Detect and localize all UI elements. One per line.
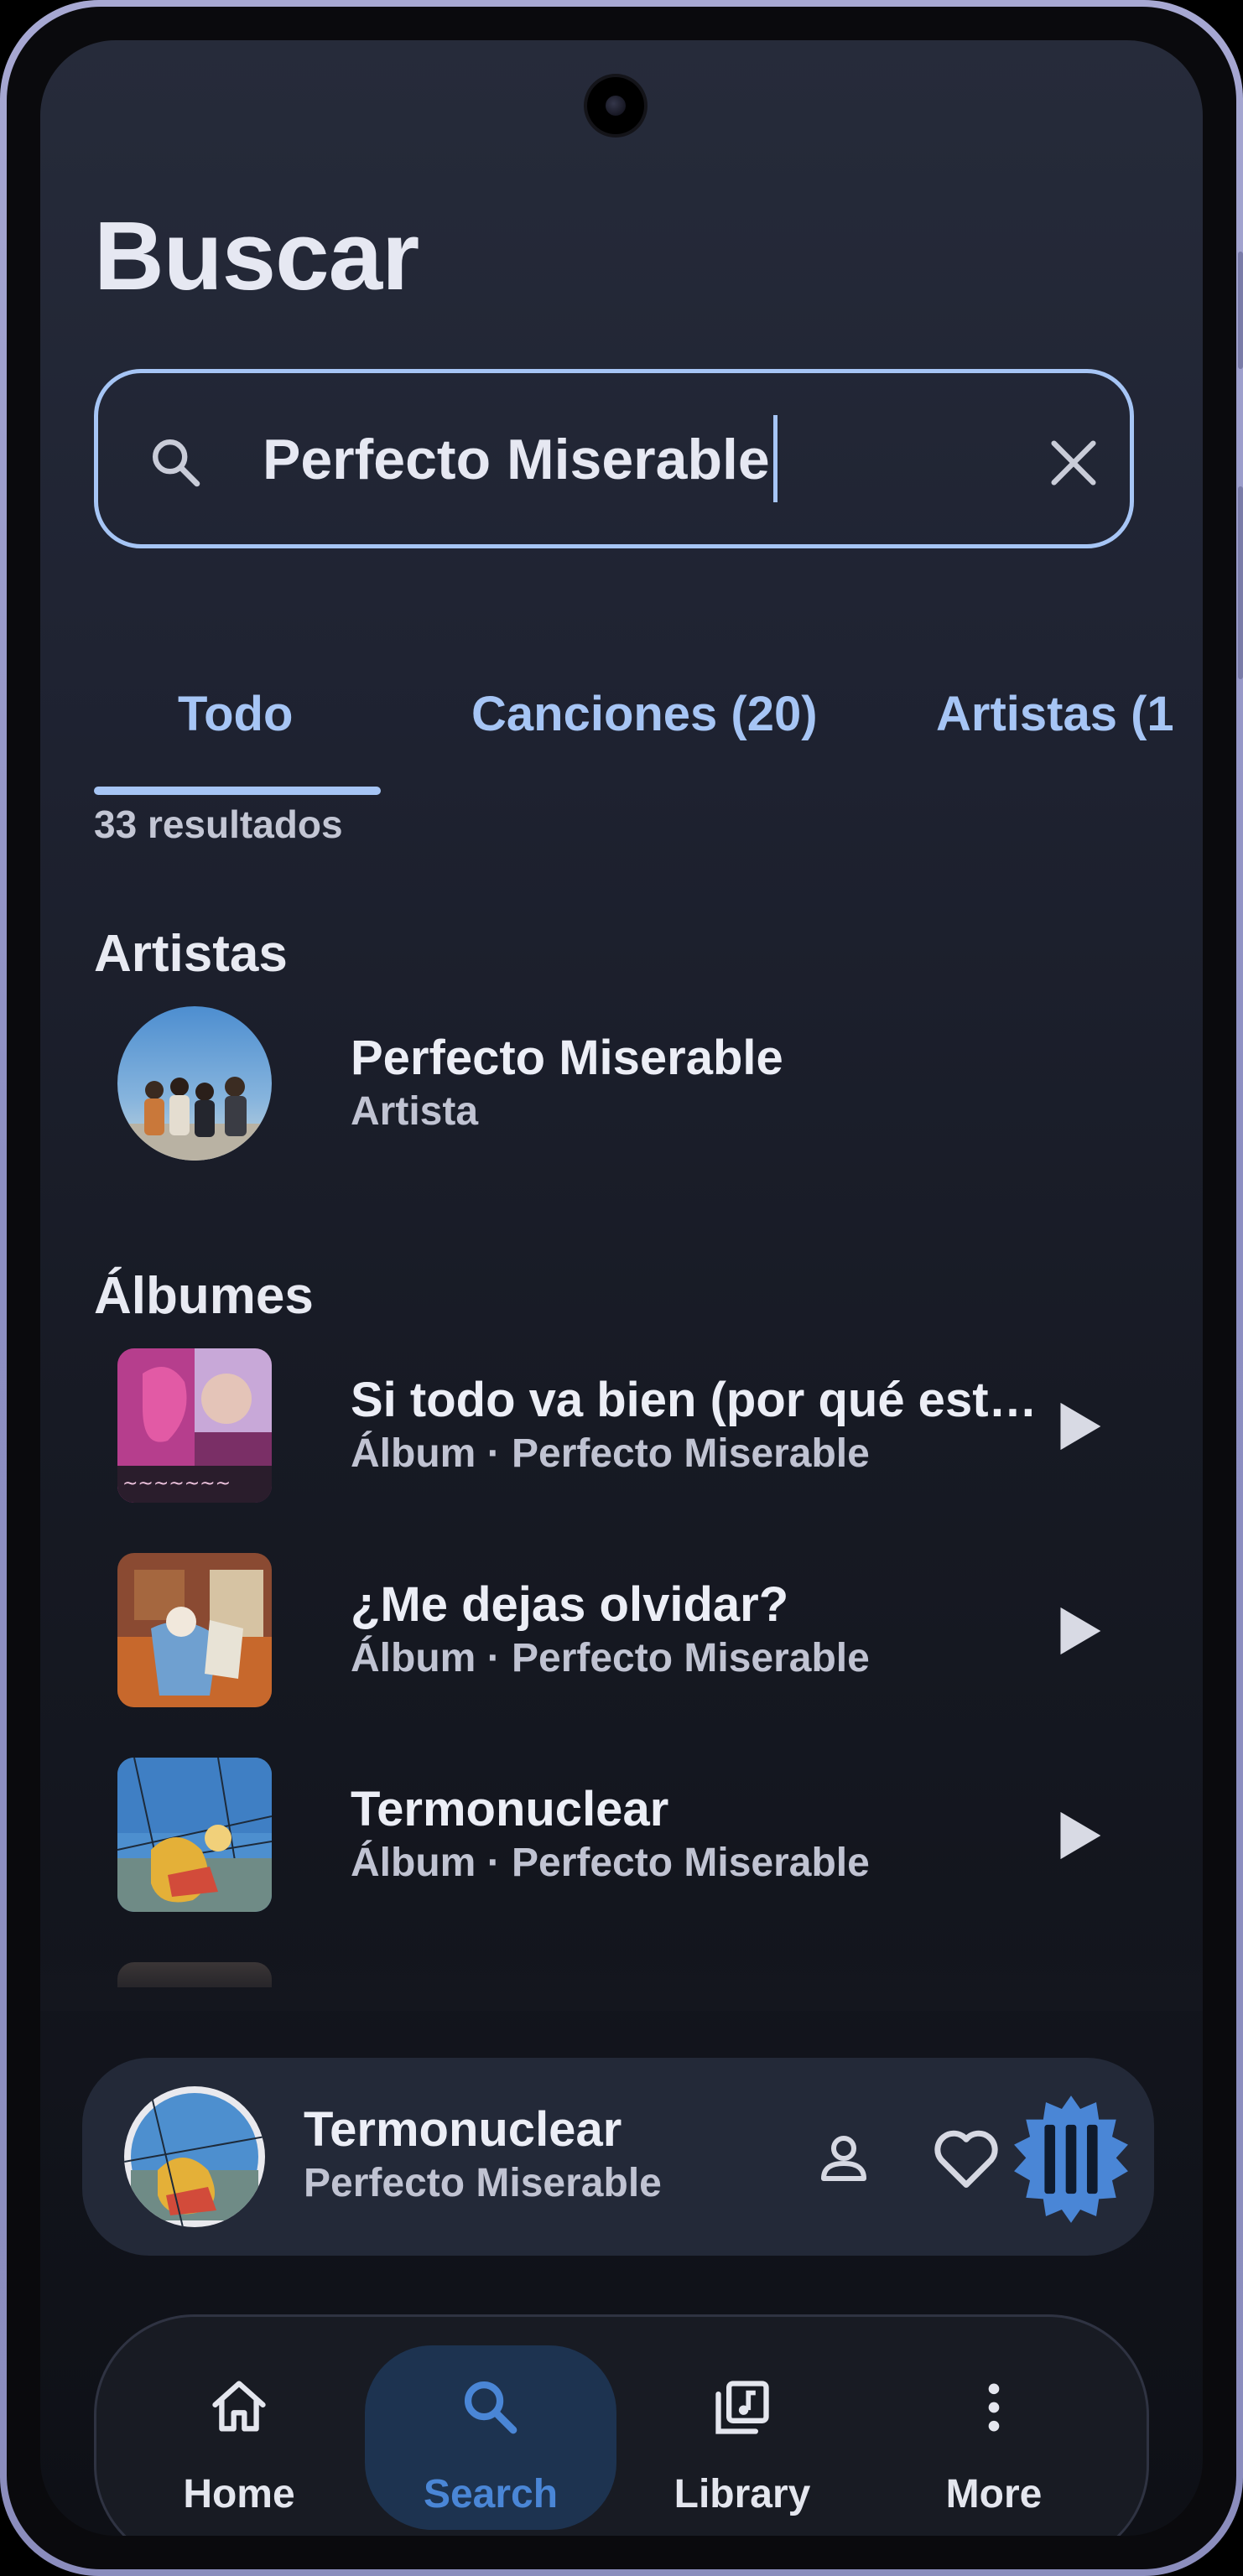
album-row[interactable]: ¿Me dejas olvidar? Álbum · Perfecto Mise… — [117, 1553, 1141, 1707]
front-camera — [587, 77, 644, 134]
nav-more-label: More — [945, 2472, 1043, 2516]
album-subtitle: Álbum · Perfecto Miserable — [351, 1841, 870, 1885]
nav-library[interactable]: Library — [616, 2345, 868, 2530]
close-icon[interactable] — [1044, 434, 1103, 492]
play-icon[interactable] — [1055, 1605, 1104, 1657]
play-icon[interactable] — [1055, 1400, 1104, 1452]
tab-artistas[interactable]: Artistas (1 — [936, 686, 1174, 742]
more-icon — [988, 2383, 1000, 2432]
screen: Buscar Perfecto Miserable Todo Canciones… — [40, 40, 1203, 2536]
section-albums-title: Álbumes — [94, 1267, 314, 1325]
album-subtitle: Álbum · Perfecto Miserable — [351, 1636, 870, 1680]
heart-icon[interactable] — [931, 2125, 1001, 2192]
search-query-text: Perfecto Miserable — [263, 427, 770, 491]
nav-home[interactable]: Home — [113, 2345, 365, 2530]
album-cover: ~~~~~~~ — [117, 1348, 272, 1503]
now-playing-title: Termonuclear — [304, 2102, 622, 2157]
album-title: Si todo va bien (por qué est… — [351, 1373, 1038, 1427]
search-input[interactable]: Perfecto Miserable — [263, 415, 778, 502]
page-title: Buscar — [94, 201, 419, 310]
nav-search-label: Search — [423, 2472, 559, 2516]
nav-search[interactable]: Search — [365, 2345, 616, 2530]
play-icon[interactable] — [1055, 1810, 1104, 1862]
search-icon — [464, 2381, 517, 2434]
tab-indicator — [94, 787, 381, 795]
side-button — [1238, 486, 1243, 679]
album-subtitle: Álbum · Perfecto Miserable — [351, 1431, 870, 1476]
album-title: ¿Me dejas olvidar? — [351, 1577, 789, 1632]
now-playing-artist: Perfecto Miserable — [304, 2161, 662, 2205]
album-title: Termonuclear — [351, 1782, 669, 1836]
artist-row[interactable]: Perfecto Miserable Artista — [117, 1006, 1141, 1161]
pause-icon[interactable] — [1005, 2093, 1137, 2225]
nav-library-label: Library — [674, 2472, 811, 2516]
filter-tabs: Todo Canciones (20) Artistas (1 — [94, 646, 1203, 797]
list-fade — [40, 1944, 1203, 2011]
section-artists-title: Artistas — [94, 925, 288, 983]
artist-name: Perfecto Miserable — [351, 1031, 783, 1085]
bottom-navigation: Home Search Library More — [94, 2314, 1149, 2536]
person-icon[interactable] — [814, 2128, 874, 2189]
side-button — [1238, 252, 1243, 369]
text-caret — [772, 415, 778, 502]
album-cover — [117, 1758, 272, 1912]
album-row[interactable]: ~~~~~~~ Si todo va bien (por qué est… Ál… — [117, 1348, 1141, 1503]
now-playing-bar[interactable]: Termonuclear Perfecto Miserable — [82, 2058, 1154, 2256]
tab-todo[interactable]: Todo — [178, 686, 293, 742]
tab-canciones[interactable]: Canciones (20) — [471, 686, 818, 742]
album-row[interactable]: Termonuclear Álbum · Perfecto Miserable — [117, 1758, 1141, 1912]
nav-home-label: Home — [183, 2472, 295, 2516]
artist-type: Artista — [351, 1089, 479, 1134]
search-icon — [153, 439, 200, 487]
search-field[interactable]: Perfecto Miserable — [94, 369, 1134, 548]
home-icon — [212, 2381, 266, 2432]
svg-text:~~~~~~~: ~~~~~~~ — [122, 1473, 231, 1494]
now-playing-art — [124, 2086, 265, 2227]
library-icon — [715, 2381, 769, 2434]
artist-avatar — [117, 1006, 272, 1161]
nav-more[interactable]: More — [868, 2345, 1120, 2530]
album-cover — [117, 1553, 272, 1707]
results-count: 33 resultados — [94, 802, 343, 846]
